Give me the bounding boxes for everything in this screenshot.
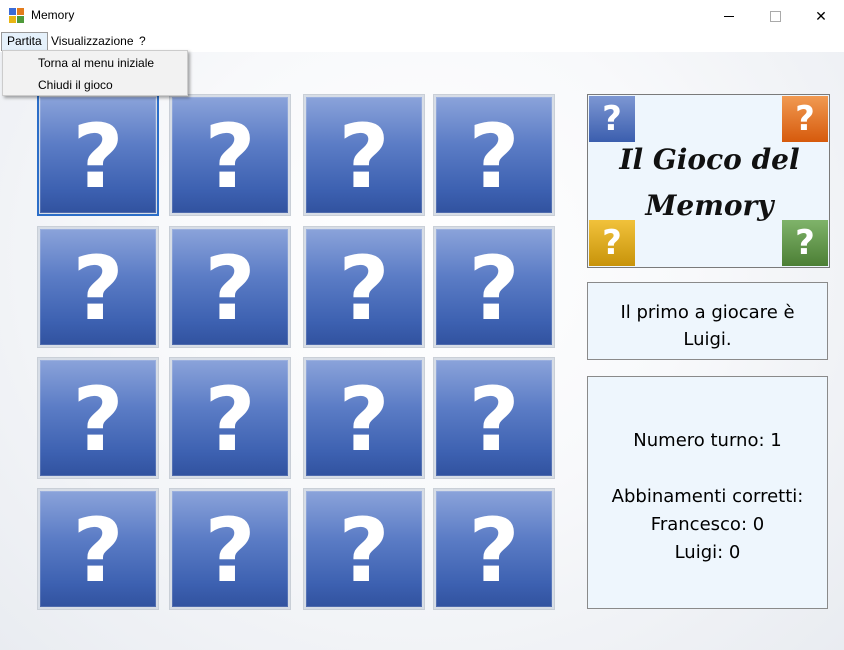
close-button[interactable]: ✕ <box>798 0 844 32</box>
question-mark-icon: ? <box>468 237 520 340</box>
memory-card[interactable]: ? <box>303 488 425 610</box>
matches-heading: Abbinamenti corretti: <box>611 486 804 507</box>
question-mark-icon: ? <box>72 368 124 471</box>
card-back: ? <box>172 360 288 476</box>
question-mark-icon: ? <box>72 237 124 340</box>
memory-card[interactable]: ? <box>433 226 555 348</box>
memory-card[interactable]: ? <box>433 357 555 479</box>
logo-title-line1: Il Gioco del <box>619 143 800 176</box>
card-back: ? <box>40 97 156 213</box>
minimize-icon <box>724 15 734 17</box>
card-back: ? <box>40 360 156 476</box>
app-icon <box>9 8 25 24</box>
question-mark-icon: ? <box>204 237 256 340</box>
stats-panel: Numero turno: 1 Abbinamenti corretti: Fr… <box>587 376 828 609</box>
memory-card[interactable]: ? <box>169 226 291 348</box>
card-back: ? <box>306 491 422 607</box>
question-mark-icon: ? <box>468 368 520 471</box>
logo-title-line2: Memory <box>645 189 774 222</box>
minimize-button[interactable] <box>706 0 752 32</box>
memory-card[interactable]: ? <box>433 94 555 216</box>
card-back: ? <box>436 97 552 213</box>
menu-item-close-game[interactable]: Chiudi il gioco <box>38 78 113 92</box>
player-score-francesco: Francesco: 0 <box>650 514 765 535</box>
logo-tile-orange: ? <box>782 96 828 142</box>
question-mark-icon: ? <box>72 499 124 602</box>
card-back: ? <box>306 97 422 213</box>
card-back: ? <box>40 229 156 345</box>
menu-visualizzazione[interactable]: Visualizzazione <box>46 32 139 51</box>
card-back: ? <box>436 491 552 607</box>
memory-card[interactable]: ? <box>37 226 159 348</box>
card-back: ? <box>40 491 156 607</box>
question-mark-icon: ? <box>72 105 124 208</box>
card-back: ? <box>172 491 288 607</box>
card-back: ? <box>306 229 422 345</box>
menu-bar: Partita Visualizzazione ? <box>0 32 844 52</box>
question-mark-icon: ? <box>338 105 390 208</box>
card-back: ? <box>172 97 288 213</box>
question-mark-icon: ? <box>204 105 256 208</box>
menu-help[interactable]: ? <box>134 32 151 51</box>
title-bar: Memory ✕ <box>0 0 844 32</box>
memory-card[interactable]: ? <box>303 357 425 479</box>
close-icon: ✕ <box>815 7 827 24</box>
card-back: ? <box>172 229 288 345</box>
maximize-icon <box>769 10 781 22</box>
turn-number: Numero turno: 1 <box>633 430 782 451</box>
question-mark-icon: ? <box>204 368 256 471</box>
card-back: ? <box>306 360 422 476</box>
question-mark-icon: ? <box>338 237 390 340</box>
memory-card[interactable]: ? <box>169 357 291 479</box>
maximize-button[interactable] <box>752 0 798 32</box>
memory-card[interactable]: ? <box>303 226 425 348</box>
memory-card[interactable]: ? <box>169 488 291 610</box>
memory-card[interactable]: ? <box>37 488 159 610</box>
card-back: ? <box>436 229 552 345</box>
menu-partita[interactable]: Partita <box>1 32 48 51</box>
menu-item-back-to-start[interactable]: Torna al menu iniziale <box>38 56 154 70</box>
memory-card[interactable]: ? <box>37 357 159 479</box>
question-mark-icon: ? <box>468 499 520 602</box>
memory-card[interactable]: ? <box>169 94 291 216</box>
question-mark-icon: ? <box>338 368 390 471</box>
first-player-panel: Il primo a giocare è Luigi. <box>587 282 828 360</box>
memory-card[interactable]: ? <box>303 94 425 216</box>
question-mark-icon: ? <box>338 499 390 602</box>
logo-tile-blue: ? <box>589 96 635 142</box>
player-score-luigi: Luigi: 0 <box>674 542 741 563</box>
question-mark-icon: ? <box>204 499 256 602</box>
memory-card[interactable]: ? <box>433 488 555 610</box>
question-mark-icon: ? <box>468 105 520 208</box>
card-back: ? <box>436 360 552 476</box>
first-player-line1: Il primo a giocare è <box>620 302 795 323</box>
logo-title: Il Gioco del Memory <box>618 137 801 229</box>
first-player-line2: Luigi. <box>683 329 732 350</box>
window-title: Memory <box>31 8 75 22</box>
logo-panel: ? ? ? ? Il Gioco del Memory <box>587 94 830 268</box>
partita-dropdown: Torna al menu iniziale Chiudi il gioco <box>2 50 188 96</box>
memory-card[interactable]: ? <box>37 94 159 216</box>
